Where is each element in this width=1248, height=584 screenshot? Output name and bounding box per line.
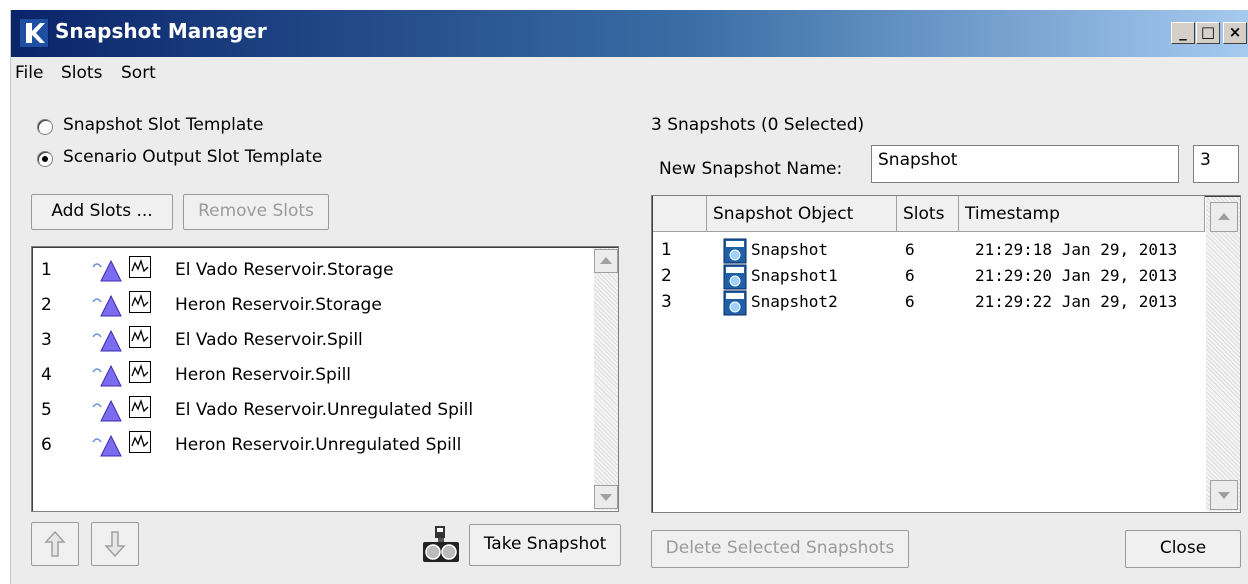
slot-name: Heron Reservoir.Unregulated Spill: [175, 435, 462, 455]
col-header-snapshot-object[interactable]: Snapshot Object: [707, 196, 897, 232]
slot-list-scroll-down[interactable]: [594, 485, 618, 509]
snapshot-object-name: Snapshot1: [751, 266, 838, 285]
slot-list-item[interactable]: 2 Heron Reservoir.Storage: [33, 288, 593, 322]
slot-name: Heron Reservoir.Spill: [175, 365, 352, 385]
slot-index: 4: [41, 365, 52, 385]
table-row[interactable]: 1 Snapshot 6 21:29:18 Jan 29, 2013: [653, 238, 1205, 264]
time-series-icon: [129, 431, 151, 453]
menu-file[interactable]: File: [15, 63, 43, 83]
arrow-up-icon: [44, 530, 66, 557]
snapshot-slot-count: 6: [905, 240, 915, 259]
title-bar[interactable]: Snapshot Manager _ □ ×: [11, 10, 1248, 57]
slot-list-scroll-up[interactable]: [594, 249, 618, 273]
reservoir-triangle-icon: [91, 327, 123, 358]
radio-snapshot-slot-template[interactable]: [37, 119, 53, 135]
slot-index: 6: [41, 435, 52, 455]
maximize-button[interactable]: □: [1196, 22, 1220, 44]
slot-name: Heron Reservoir.Storage: [175, 295, 382, 315]
slot-index: 5: [41, 400, 52, 420]
time-series-icon: [129, 291, 151, 313]
slot-index: 3: [41, 330, 52, 350]
new-snapshot-counter-input[interactable]: 3: [1193, 145, 1239, 183]
snapshot-object-name: Snapshot2: [751, 292, 838, 311]
snapshot-timestamp: 21:29:22 Jan 29, 2013: [975, 292, 1178, 311]
radio-scenario-output-slot-template[interactable]: [37, 151, 53, 167]
reservoir-triangle-icon: [91, 397, 123, 428]
add-slots-button[interactable]: Add Slots ...: [31, 194, 173, 230]
row-index: 3: [661, 292, 672, 312]
slot-list-item[interactable]: 6 Heron Reservoir.Unregulated Spill: [33, 428, 593, 462]
close-button[interactable]: Close: [1125, 530, 1241, 568]
slot-list-scrollbar[interactable]: [594, 248, 618, 510]
move-up-button[interactable]: [31, 522, 79, 566]
row-index: 1: [661, 240, 672, 260]
snapshot-table-scroll-up[interactable]: [1210, 202, 1238, 232]
snapshot-count-summary: 3 Snapshots (0 Selected): [651, 115, 865, 135]
minimize-button[interactable]: _: [1171, 22, 1195, 44]
move-down-button[interactable]: [91, 522, 139, 566]
arrow-down-icon: [104, 531, 126, 558]
snapshot-slot-count: 6: [905, 292, 915, 311]
snapshot-table-scrollbar[interactable]: [1206, 197, 1240, 511]
col-header-index[interactable]: [653, 196, 707, 232]
menu-slots[interactable]: Slots: [61, 63, 102, 83]
slot-name: El Vado Reservoir.Storage: [175, 260, 394, 280]
reservoir-triangle-icon: [91, 432, 123, 463]
snapshot-table-scroll-down[interactable]: [1210, 480, 1238, 510]
slot-name: El Vado Reservoir.Unregulated Spill: [175, 400, 474, 420]
radio-scenario-output-slot-template-label[interactable]: Scenario Output Slot Template: [63, 147, 322, 167]
slot-name: El Vado Reservoir.Spill: [175, 330, 363, 350]
menu-bar: File Slots Sort: [11, 58, 1248, 90]
delete-selected-snapshots-button[interactable]: Delete Selected Snapshots: [651, 530, 909, 568]
table-row[interactable]: 2 Snapshot1 6 21:29:20 Jan 29, 2013: [653, 264, 1205, 290]
reservoir-triangle-icon: [91, 257, 123, 288]
app-logo-icon: [19, 18, 49, 48]
snapshot-table[interactable]: Snapshot Object Slots Timestamp 1 Snapsho…: [651, 195, 1241, 513]
slot-list-item[interactable]: 5 El Vado Reservoir.Unregulated Spill: [33, 393, 593, 427]
time-series-icon: [129, 361, 151, 383]
row-index: 2: [661, 266, 672, 286]
take-snapshot-button[interactable]: Take Snapshot: [469, 524, 621, 566]
table-row[interactable]: 3 Snapshot2 6 21:29:22 Jan 29, 2013: [653, 290, 1205, 316]
menu-sort[interactable]: Sort: [121, 63, 156, 83]
close-window-button[interactable]: ×: [1223, 22, 1247, 44]
camera-icon: [421, 524, 461, 566]
snapshot-manager-window: Snapshot Manager _ □ × File Slots Sort S…: [10, 10, 1248, 584]
slot-index: 2: [41, 295, 52, 315]
time-series-icon: [129, 256, 151, 278]
col-header-timestamp[interactable]: Timestamp: [959, 196, 1205, 232]
remove-slots-button[interactable]: Remove Slots: [183, 194, 329, 230]
snapshot-object-name: Snapshot: [751, 240, 829, 259]
slot-index: 1: [41, 260, 52, 280]
time-series-icon: [129, 396, 151, 418]
slot-list-item[interactable]: 4 Heron Reservoir.Spill: [33, 358, 593, 392]
reservoir-triangle-icon: [91, 362, 123, 393]
reservoir-triangle-icon: [91, 292, 123, 323]
snapshot-object-icon: [723, 290, 747, 321]
snapshot-timestamp: 21:29:18 Jan 29, 2013: [975, 240, 1178, 259]
slot-list-item[interactable]: 1 El Vado Reservoir.Storage: [33, 253, 593, 287]
radio-snapshot-slot-template-label[interactable]: Snapshot Slot Template: [63, 115, 263, 135]
slot-list-item[interactable]: 3 El Vado Reservoir.Spill: [33, 323, 593, 357]
snapshot-slot-count: 6: [905, 266, 915, 285]
slot-list[interactable]: 1 El Vado Reservoir.Storage 2 Heron Reservo…: [31, 246, 619, 512]
new-snapshot-name-input[interactable]: Snapshot: [871, 145, 1179, 183]
radio-selected-dot: [42, 156, 48, 162]
new-snapshot-name-label: New Snapshot Name:: [659, 159, 843, 179]
col-header-slots[interactable]: Slots: [897, 196, 959, 232]
snapshot-timestamp: 21:29:20 Jan 29, 2013: [975, 266, 1178, 285]
time-series-icon: [129, 326, 151, 348]
window-title: Snapshot Manager: [55, 19, 267, 43]
